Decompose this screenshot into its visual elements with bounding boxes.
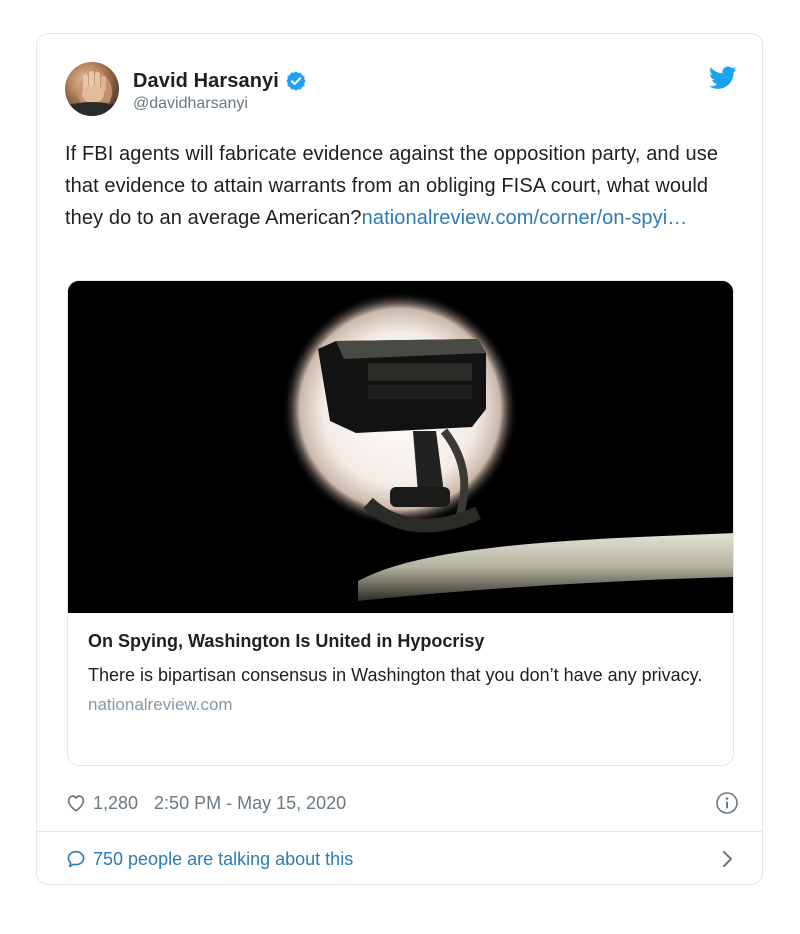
conversation-label: 750 people are talking about this — [93, 848, 354, 869]
tweet-link[interactable]: nationalreview.com/corner/on-spyi… — [362, 207, 688, 229]
tweet-header: David Harsanyi @davidharsanyi — [65, 62, 737, 122]
card-domain: nationalreview.com — [88, 695, 233, 714]
conversation-link[interactable]: 750 people are talking about this — [65, 846, 737, 872]
verified-badge-icon — [286, 71, 306, 91]
speech-bubble-icon — [67, 850, 85, 868]
timestamp[interactable]: 2:50 PM - May 15, 2020 — [154, 793, 346, 814]
heart-icon[interactable] — [65, 792, 87, 814]
avatar[interactable] — [65, 62, 119, 116]
card-title[interactable]: On Spying, Washington Is United in Hypoc… — [88, 629, 708, 653]
chevron-right-icon — [723, 851, 732, 867]
surveillance-camera-image — [68, 281, 733, 613]
tweet-meta: 1,280 2:50 PM - May 15, 2020 — [65, 790, 739, 816]
tweet-text: If FBI agents will fabricate evidence ag… — [65, 138, 745, 234]
card-description: There is bipartisan consensus in Washing… — [88, 665, 703, 685]
link-card[interactable]: On Spying, Washington Is United in Hypoc… — [67, 280, 734, 766]
author-name[interactable]: David Harsanyi — [133, 70, 279, 93]
twitter-bird-icon[interactable] — [709, 66, 737, 90]
like-count[interactable]: 1,280 — [93, 793, 138, 814]
card-body: On Spying, Washington Is United in Hypoc… — [88, 629, 708, 715]
author-name-row: David Harsanyi — [133, 68, 307, 94]
info-icon[interactable] — [715, 791, 739, 815]
author-handle[interactable]: @davidharsanyi — [133, 95, 248, 113]
divider — [37, 831, 762, 832]
embedded-tweet: David Harsanyi @davidharsanyi If FBI age… — [36, 33, 763, 885]
